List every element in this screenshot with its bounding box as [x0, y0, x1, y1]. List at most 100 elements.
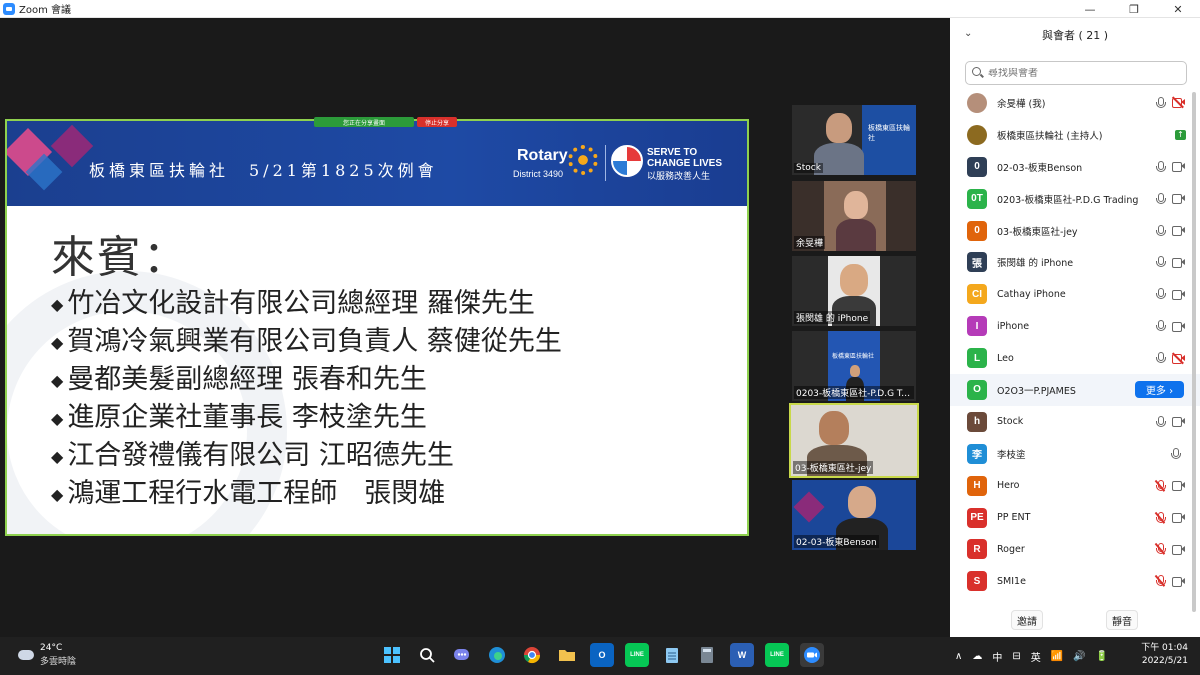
participant-row[interactable]: H Hero: [950, 470, 1200, 502]
notepad-icon[interactable]: [660, 643, 684, 667]
mic-icon[interactable]: [1170, 447, 1181, 460]
video-thumbnail[interactable]: 張閔雄 的 iPhone: [792, 256, 916, 326]
weather-temperature: 24°C: [40, 643, 63, 653]
sharing-status-pill[interactable]: 您正在分享畫面: [314, 117, 414, 127]
camera-icon[interactable]: [1172, 257, 1185, 268]
invite-button[interactable]: 邀請: [1011, 610, 1043, 630]
camera-off-icon[interactable]: [1171, 352, 1185, 364]
chrome-browser-icon[interactable]: [520, 643, 544, 667]
file-explorer-icon[interactable]: [555, 643, 579, 667]
mic-icon[interactable]: [1155, 288, 1166, 300]
mic-muted-icon[interactable]: [1154, 575, 1166, 588]
video-thumbnail[interactable]: 02-03-板東Benson: [792, 480, 916, 550]
calculator-icon[interactable]: [695, 643, 719, 667]
mic-icon[interactable]: [1155, 256, 1166, 268]
outlook-icon[interactable]: O: [590, 643, 614, 667]
ime-english-indicator[interactable]: 英: [1031, 649, 1041, 664]
participant-row[interactable]: 張 張閔雄 的 iPhone: [950, 246, 1200, 278]
camera-icon[interactable]: [1172, 576, 1185, 587]
windows-start-icon[interactable]: [380, 643, 404, 667]
minimize-button[interactable]: —: [1068, 0, 1112, 18]
mic-icon[interactable]: [1155, 96, 1166, 109]
weather-widget[interactable]: 24°C 多雲時陰: [18, 643, 76, 667]
guest-item: ◆ 賀鴻冷氣興業有限公司負責人 蔡健從先生: [51, 326, 562, 357]
participant-name: 張閔雄 的 iPhone: [997, 258, 1074, 270]
system-clock[interactable]: 下午 01:04 2022/5/21: [1141, 642, 1188, 668]
tray-extra-icon[interactable]: ⊟: [1012, 651, 1020, 662]
participant-row[interactable]: 李 李枝塗: [950, 438, 1200, 470]
camera-icon[interactable]: [1172, 162, 1185, 173]
volume-icon[interactable]: 🔊: [1073, 651, 1085, 662]
participants-header: 與會者 ( 21 ): [1041, 29, 1109, 42]
participant-row[interactable]: L Leo: [950, 342, 1200, 374]
word-icon[interactable]: W: [730, 643, 754, 667]
teams-chat-icon[interactable]: [450, 643, 474, 667]
edge-browser-icon[interactable]: [485, 643, 509, 667]
slide-heading: 來賓：: [51, 232, 189, 283]
maximize-button[interactable]: ❐: [1112, 0, 1156, 18]
onedrive-icon[interactable]: ☁: [972, 651, 982, 662]
mute-all-button[interactable]: 靜音: [1106, 610, 1138, 630]
participant-row[interactable]: I iPhone: [950, 310, 1200, 342]
thumbnail-label: 余旻樺: [794, 236, 826, 249]
mic-icon[interactable]: [1155, 320, 1166, 332]
participant-row[interactable]: 0 03-板橋東區社-jey: [950, 215, 1200, 247]
participant-name: iPhone: [997, 320, 1030, 332]
camera-icon[interactable]: [1172, 321, 1185, 332]
ime-chinese-indicator[interactable]: 中: [992, 649, 1002, 664]
mic-muted-icon[interactable]: [1154, 511, 1166, 524]
mic-icon[interactable]: [1155, 415, 1166, 428]
line-app-icon-2[interactable]: LINE: [765, 643, 789, 667]
participant-name: Cathay iPhone: [997, 288, 1066, 300]
search-icon[interactable]: [415, 643, 439, 667]
stop-share-button[interactable]: 停止分享: [417, 117, 457, 127]
camera-icon[interactable]: [1172, 417, 1185, 428]
camera-icon[interactable]: [1172, 194, 1185, 205]
screen-share-icon: ↑: [1175, 129, 1186, 140]
participant-row[interactable]: PE PP ENT: [950, 502, 1200, 534]
close-button[interactable]: ✕: [1156, 0, 1200, 18]
participant-row[interactable]: 余旻樺 (我): [950, 87, 1200, 119]
participant-name: 板橋東區扶輪社 (主持人): [997, 130, 1103, 142]
mic-muted-icon[interactable]: [1154, 479, 1166, 492]
video-thumbnail[interactable]: 余旻樺: [792, 181, 916, 251]
participant-row[interactable]: 0T 0203-板橋東區社-P.D.G Trading: [950, 183, 1200, 215]
avatar: h: [967, 411, 987, 432]
more-options-button[interactable]: 更多 ›: [1135, 381, 1184, 399]
participant-name: Hero: [997, 480, 1020, 492]
camera-icon[interactable]: [1172, 226, 1185, 236]
thumbnail-label: 0203-板橋東區社-P.D.G Tr...: [794, 386, 914, 399]
participant-row[interactable]: 板橋東區扶輪社 (主持人) ↑: [950, 119, 1200, 151]
wifi-icon[interactable]: 📶: [1051, 651, 1063, 662]
participant-search-input[interactable]: [988, 67, 1178, 79]
camera-icon[interactable]: [1172, 544, 1185, 555]
clock-date: 2022/5/21: [1141, 656, 1188, 666]
participant-row[interactable]: R Roger: [950, 533, 1200, 565]
participants-scrollbar[interactable]: [1192, 92, 1196, 612]
camera-icon[interactable]: [1172, 289, 1185, 300]
mic-icon[interactable]: [1155, 224, 1166, 237]
zoom-taskbar-icon[interactable]: [800, 643, 824, 667]
video-thumbnail[interactable]: 板橋東區扶輪社 0203-板橋東區社-P.D.G Tr...: [792, 331, 916, 401]
camera-icon[interactable]: [1172, 481, 1185, 492]
participant-row-hovered[interactable]: O O2O3一P.PJAMES 更多 ›: [950, 374, 1200, 406]
video-thumbnail[interactable]: 板橋東區扶輪社 Stock: [792, 105, 916, 175]
camera-icon[interactable]: [1172, 513, 1185, 524]
participant-search-box[interactable]: [965, 61, 1187, 85]
thumbnail-label: Stock: [794, 163, 823, 173]
battery-icon[interactable]: 🔋: [1096, 651, 1108, 662]
participant-row[interactable]: h Stock: [950, 406, 1200, 438]
video-thumbnail-active-speaker[interactable]: 03-板橋東區社-jey: [789, 403, 919, 478]
mic-icon[interactable]: [1155, 192, 1166, 205]
mic-muted-icon[interactable]: [1154, 543, 1166, 556]
guest-item: ◆ 鴻運工程行水電工程師 張閔雄: [51, 478, 446, 509]
participant-row[interactable]: CI Cathay iPhone: [950, 278, 1200, 310]
rotary-logo-text: Rotary: [517, 147, 568, 164]
participant-row[interactable]: 0 02-03-板東Benson: [950, 151, 1200, 183]
mic-icon[interactable]: [1155, 160, 1166, 173]
line-app-icon[interactable]: LINE: [625, 643, 649, 667]
participant-row[interactable]: S SMI1e: [950, 565, 1200, 597]
camera-off-icon[interactable]: [1171, 97, 1185, 109]
mic-icon[interactable]: [1155, 352, 1166, 364]
tray-overflow-caret[interactable]: ∧: [955, 651, 962, 662]
